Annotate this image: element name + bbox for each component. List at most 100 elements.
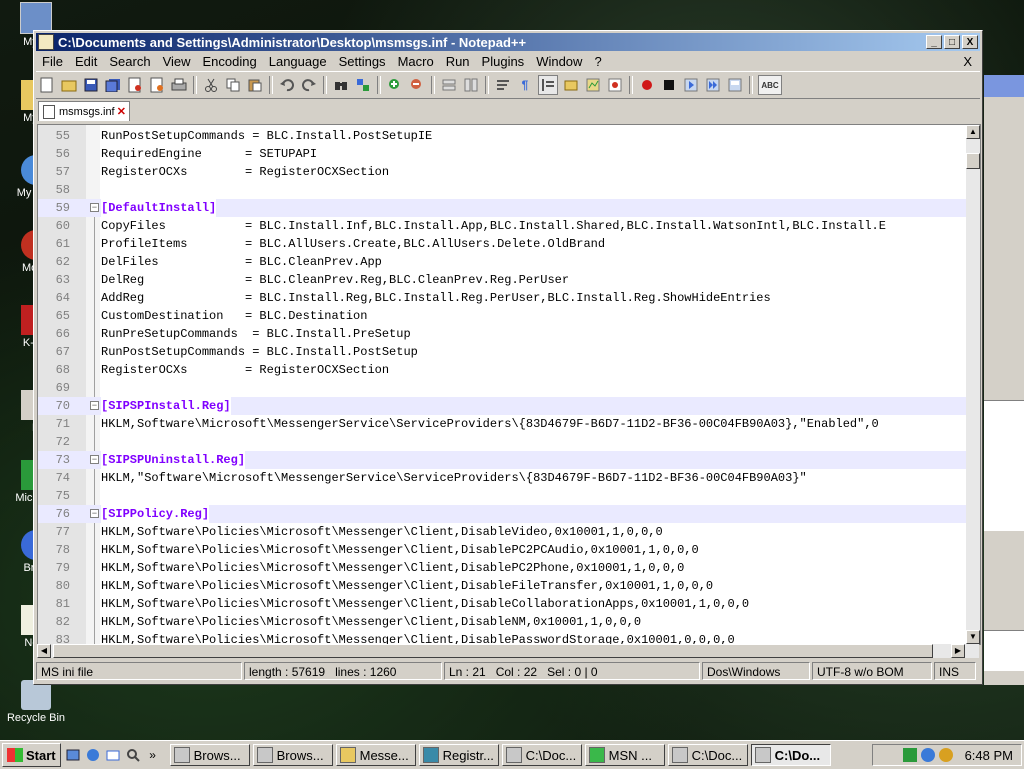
sync-v-icon[interactable] [440, 76, 458, 94]
task-documents-1[interactable]: C:\Doc... [501, 744, 582, 766]
task-documents-2[interactable]: C:\Doc... [667, 744, 748, 766]
menu-plugins[interactable]: Plugins [476, 54, 531, 69]
code-line[interactable]: 81 HKLM,Software\Policies\Microsoft\Messe… [38, 595, 966, 613]
copy-icon[interactable] [224, 76, 242, 94]
code-line[interactable]: 55 RunPostSetupCommands = BLC.Install.Pos… [38, 127, 966, 145]
paste-icon[interactable] [246, 76, 264, 94]
spellcheck-icon[interactable]: ABC [758, 75, 782, 95]
code-line[interactable]: 67 RunPostSetupCommands = BLC.Install.Pos… [38, 343, 966, 361]
code-line[interactable]: 76 − [SIPPolicy.Reg] [38, 505, 966, 523]
code-line[interactable]: 75 [38, 487, 966, 505]
menu-file[interactable]: File [36, 54, 69, 69]
search-icon[interactable] [125, 747, 141, 763]
code-line[interactable]: 61 ProfileItems = BLC.AllUsers.Create,BLC… [38, 235, 966, 253]
messenger-tray-icon[interactable] [938, 748, 953, 762]
fold-collapse-icon[interactable]: − [90, 203, 99, 213]
menu-settings[interactable]: Settings [333, 54, 392, 69]
replace-icon[interactable] [354, 76, 372, 94]
save-macro-icon[interactable] [726, 76, 744, 94]
network-tray-icon[interactable] [902, 748, 917, 762]
code-line[interactable]: 71 HKLM,Software\Microsoft\MessengerServi… [38, 415, 966, 433]
maximize-button[interactable]: □ [944, 35, 960, 49]
start-button[interactable]: Start [2, 743, 61, 767]
code-line[interactable]: 59 − [DefaultInstall] [38, 199, 966, 217]
save-all-icon[interactable] [104, 76, 122, 94]
zoom-in-icon[interactable] [386, 76, 404, 94]
code-line[interactable]: 79 HKLM,Software\Policies\Microsoft\Messe… [38, 559, 966, 577]
menu-window[interactable]: Window [530, 54, 588, 69]
internet-explorer-icon[interactable] [85, 747, 101, 763]
task-registry[interactable]: Registr... [418, 744, 499, 766]
minimize-button[interactable]: _ [926, 35, 942, 49]
code-line[interactable]: 72 [38, 433, 966, 451]
play-macro-icon[interactable] [682, 76, 700, 94]
code-line[interactable]: 82 HKLM,Software\Policies\Microsoft\Messe… [38, 613, 966, 631]
close-document-button[interactable]: X [955, 54, 980, 69]
background-window[interactable] [984, 75, 1024, 685]
close-icon[interactable] [126, 76, 144, 94]
code-line[interactable]: 70 − [SIPSPInstall.Reg] [38, 397, 966, 415]
sync-h-icon[interactable] [462, 76, 480, 94]
code-line[interactable]: 60 CopyFiles = BLC.Install.Inf,BLC.Instal… [38, 217, 966, 235]
tab-close-icon[interactable]: ✕ [117, 105, 126, 118]
chevron-more-icon[interactable]: » [145, 747, 161, 763]
editor[interactable]: 55 RunPostSetupCommands = BLC.Install.Pos… [37, 124, 981, 645]
fold-collapse-icon[interactable]: − [90, 401, 99, 411]
record-macro-icon[interactable] [638, 76, 656, 94]
code-line[interactable]: 69 [38, 379, 966, 397]
indent-guide-icon[interactable] [538, 75, 558, 95]
run-macro-multiple-icon[interactable] [704, 76, 722, 94]
code-line[interactable]: 68 RegisterOCXs = RegisterOCXSection [38, 361, 966, 379]
scroll-right-arrow[interactable]: ▶ [951, 644, 965, 658]
menu-language[interactable]: Language [263, 54, 333, 69]
title-bar[interactable]: C:\Documents and Settings\Administrator\… [36, 33, 980, 51]
function-list-icon[interactable] [584, 76, 602, 94]
user-lang-icon[interactable] [562, 76, 580, 94]
menu-macro[interactable]: Macro [392, 54, 440, 69]
code-line[interactable]: 64 AddReg = BLC.Install.Reg,BLC.Install.R… [38, 289, 966, 307]
zoom-out-icon[interactable] [408, 76, 426, 94]
horizontal-scrollbar[interactable]: ◀ ▶ [37, 644, 979, 658]
menu-run[interactable]: Run [440, 54, 476, 69]
desktop-icon-recycle-bin[interactable]: Recycle Bin [0, 680, 72, 724]
show-desktop-icon[interactable] [65, 747, 81, 763]
task-messenger[interactable]: Messe... [335, 744, 416, 766]
code-line[interactable]: 58 [38, 181, 966, 199]
task-browser-1[interactable]: Brows... [169, 744, 250, 766]
code-line[interactable]: 78 HKLM,Software\Policies\Microsoft\Messe… [38, 541, 966, 559]
code-line[interactable]: 73 − [SIPSPUninstall.Reg] [38, 451, 966, 469]
redo-icon[interactable] [300, 76, 318, 94]
save-icon[interactable] [82, 76, 100, 94]
code-line[interactable]: 74 HKLM,"Software\Microsoft\MessengerServ… [38, 469, 966, 487]
menu-edit[interactable]: Edit [69, 54, 103, 69]
print-icon[interactable] [170, 76, 188, 94]
code-line[interactable]: 62 DelFiles = BLC.CleanPrev.App [38, 253, 966, 271]
code-line[interactable]: 77 HKLM,Software\Policies\Microsoft\Messe… [38, 523, 966, 541]
vertical-scroll-thumb[interactable] [966, 153, 980, 169]
fold-collapse-icon[interactable]: − [90, 509, 99, 519]
wrap-icon[interactable] [494, 76, 512, 94]
tab-msmsgs-inf[interactable]: msmsgs.inf ✕ [38, 101, 130, 121]
task-msn[interactable]: MSN ... [584, 744, 665, 766]
fold-collapse-icon[interactable]: − [90, 455, 99, 465]
open-file-icon[interactable] [60, 76, 78, 94]
code-line[interactable]: 83 HKLM,Software\Policies\Microsoft\Messe… [38, 631, 966, 644]
task-documents-active[interactable]: C:\Do... [750, 744, 831, 766]
menu-view[interactable]: View [157, 54, 197, 69]
close-button[interactable]: X [962, 35, 978, 49]
msn-tray-icon[interactable] [920, 748, 935, 762]
vertical-scrollbar[interactable]: ▲ ▼ [966, 125, 980, 644]
menu-search[interactable]: Search [103, 54, 156, 69]
new-file-icon[interactable] [38, 76, 56, 94]
clock[interactable]: 6:48 PM [965, 748, 1013, 763]
code-line[interactable]: 80 HKLM,Software\Policies\Microsoft\Messe… [38, 577, 966, 595]
close-all-icon[interactable] [148, 76, 166, 94]
all-chars-icon[interactable]: ¶ [516, 76, 534, 94]
scroll-down-arrow[interactable]: ▼ [966, 630, 980, 644]
stop-macro-icon[interactable] [660, 76, 678, 94]
menu-help[interactable]: ? [588, 54, 607, 69]
outlook-express-icon[interactable] [105, 747, 121, 763]
undo-icon[interactable] [278, 76, 296, 94]
code-line[interactable]: 56 RequiredEngine = SETUPAPI [38, 145, 966, 163]
scroll-left-arrow[interactable]: ◀ [37, 644, 51, 658]
